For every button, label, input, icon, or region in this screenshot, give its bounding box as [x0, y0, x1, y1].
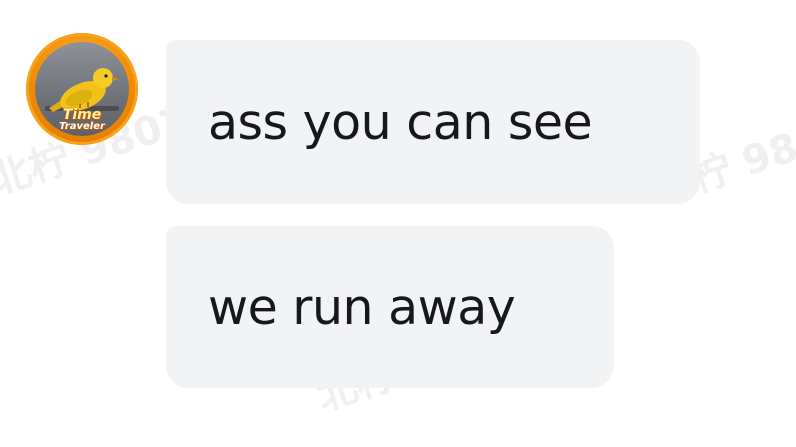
avatar-badge: Time Traveler [35, 108, 129, 132]
message-text: we run away [208, 278, 516, 336]
message-text: ass you can see [208, 93, 593, 151]
avatar-badge-title: Time [62, 107, 102, 123]
yellow-bird-icon: Time Traveler [35, 42, 129, 136]
chat-thread: 北柠 9807 北柠 9807 北柠 9807 [0, 0, 796, 447]
message-bubble[interactable]: we run away [166, 226, 614, 388]
avatar-badge-subtitle: Traveler [59, 121, 105, 132]
message-bubble[interactable]: ass you can see [166, 40, 700, 204]
avatar[interactable]: Time Traveler [26, 33, 138, 145]
